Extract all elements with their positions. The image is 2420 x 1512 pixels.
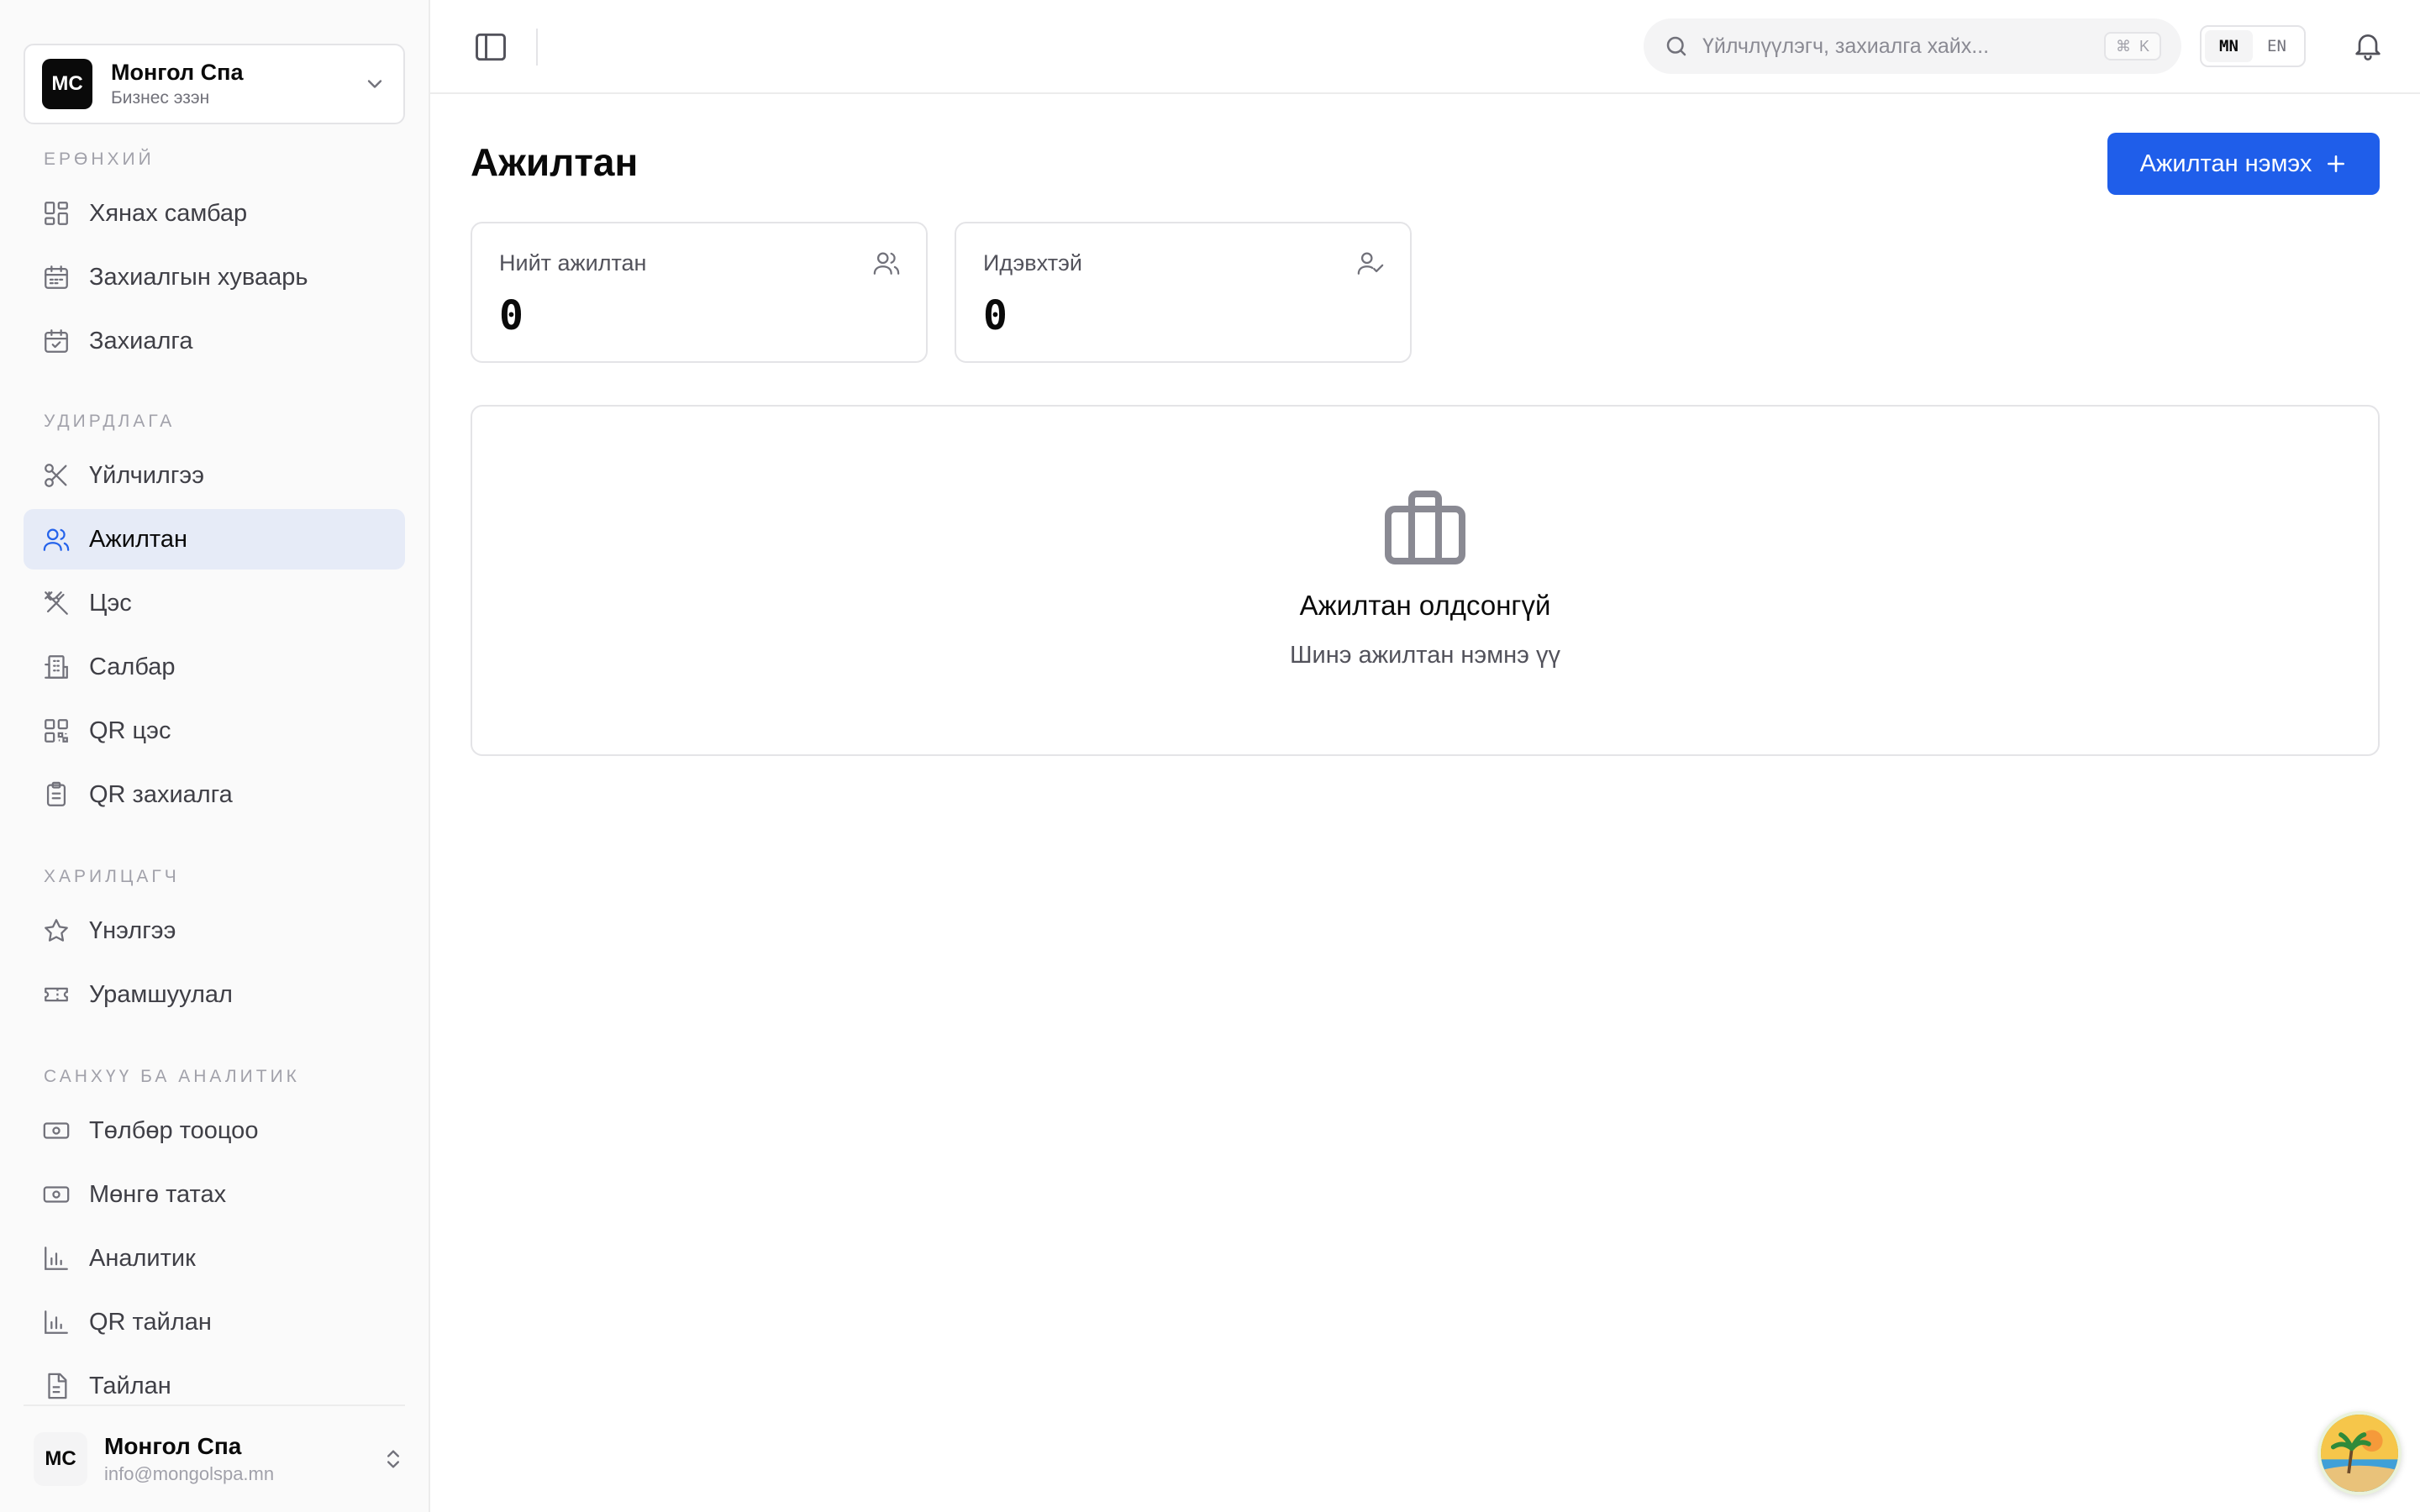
business-role: Бизнес эзэн — [111, 88, 210, 108]
shortcut-key: K — [2139, 37, 2149, 55]
user-avatar: МС — [34, 1432, 87, 1486]
sidebar-toggle-icon[interactable] — [472, 29, 509, 66]
sidebar-item-bookings[interactable]: Захиалга — [24, 311, 405, 371]
divider — [536, 29, 538, 66]
sidebar-item-reviews[interactable]: Үнэлгээ — [24, 900, 405, 961]
page-title: Ажилтан — [471, 140, 639, 184]
add-staff-label: Ажилтан нэмэх — [2139, 150, 2312, 177]
section-label-finance: САНХҮҮ БА АНАЛИТИК — [44, 1067, 300, 1086]
stat-label: Нийт ажилтан — [499, 250, 647, 276]
sidebar-item-qr-report[interactable]: QR тайлан — [24, 1292, 405, 1352]
bell-icon[interactable] — [2351, 29, 2385, 62]
sidebar-item-label: QR захиалга — [89, 780, 233, 808]
sidebar-item-label: QR цэс — [89, 717, 171, 744]
stat-card-total-staff: Нийт ажилтан 0 — [471, 222, 928, 363]
user-account-menu[interactable]: МС Монгол Спа info@mongolspa.mn — [24, 1404, 405, 1512]
dashboard-icon — [42, 199, 71, 228]
user-info: Монгол Спа info@mongolspa.mn — [104, 1431, 381, 1487]
business-switcher[interactable]: МС Монгол Спа Бизнес эзэн — [24, 44, 405, 124]
sidebar-item-label: Урамшуулал — [89, 980, 233, 1008]
stat-card-active-staff: Идэвхтэй 0 — [955, 222, 1412, 363]
empty-state-title: Ажилтан олдсонгүй — [1299, 590, 1551, 621]
sidebar-item-label: Тайлан — [89, 1372, 171, 1399]
sidebar-item-qr-menu[interactable]: QR цэс — [24, 701, 405, 761]
file-text-icon — [42, 1372, 71, 1400]
sidebar-item-staff[interactable]: Ажилтан — [24, 509, 405, 570]
business-info: Монгол Спа Бизнес эзэн — [111, 58, 363, 110]
language-option-en[interactable]: EN — [2253, 30, 2301, 62]
language-option-mn[interactable]: MN — [2205, 30, 2253, 62]
section-label-general: ЕРӨНХИЙ — [44, 150, 155, 169]
user-email: info@mongolspa.mn — [104, 1463, 275, 1484]
sidebar-item-label: Хянах самбар — [89, 199, 248, 227]
sidebar-item-label: Салбар — [89, 653, 176, 680]
sidebar-item-label: QR тайлан — [89, 1308, 212, 1336]
add-staff-button[interactable]: Ажилтан нэмэх — [2107, 133, 2380, 195]
scissors-icon — [42, 461, 71, 490]
sidebar-item-label: Захиалга — [89, 327, 193, 354]
banknote-icon — [42, 1116, 71, 1145]
search-icon — [1664, 34, 1689, 59]
sidebar-item-label: Мөнгө татах — [89, 1180, 227, 1208]
sidebar-item-label: Төлбөр тооцоо — [89, 1116, 259, 1144]
sidebar-item-menu[interactable]: Цэс — [24, 573, 405, 633]
users-icon — [42, 525, 71, 554]
sidebar: МС Монгол Спа Бизнес эзэн ЕРӨНХИЙ Хянах … — [0, 0, 430, 1512]
sidebar-item-label: Үйлчилгээ — [89, 461, 205, 489]
sidebar-item-promotions[interactable]: Урамшуулал — [24, 964, 405, 1025]
sidebar-item-qr-orders[interactable]: QR захиалга — [24, 764, 405, 825]
chevrons-up-down-icon — [381, 1447, 405, 1471]
chevron-down-icon — [363, 72, 387, 96]
banknote-icon — [42, 1180, 71, 1209]
beach-palm-icon — [2321, 1415, 2398, 1492]
sidebar-item-label: Цэс — [89, 589, 132, 617]
sidebar-item-label: Аналитик — [89, 1244, 196, 1272]
empty-state-subtitle: Шинэ ажилтан нэмнэ үү — [1289, 642, 1561, 669]
top-bar: ⌘ K MN EN — [430, 0, 2420, 94]
briefcase-icon — [1385, 491, 1465, 564]
stat-value: 0 — [983, 292, 1007, 339]
shortcut-hint: ⌘ K — [2103, 32, 2161, 60]
star-icon — [42, 916, 71, 945]
sidebar-item-dashboard[interactable]: Хянах самбар — [24, 183, 405, 244]
sidebar-item-withdraw[interactable]: Мөнгө татах — [24, 1164, 405, 1225]
search-input[interactable] — [1702, 34, 2104, 59]
sidebar-item-label: Ажилтан — [89, 525, 187, 553]
shortcut-modifier: ⌘ — [2115, 37, 2131, 55]
ticket-icon — [42, 980, 71, 1009]
qr-code-icon — [42, 717, 71, 745]
business-name: Монгол Спа — [111, 60, 244, 85]
calendar-check-icon — [42, 327, 71, 355]
empty-state: Ажилтан олдсонгүй Шинэ ажилтан нэмнэ үү — [471, 405, 2380, 756]
sidebar-item-payments[interactable]: Төлбөр тооцоо — [24, 1100, 405, 1161]
sidebar-item-analytics[interactable]: Аналитик — [24, 1228, 405, 1289]
building-icon — [42, 653, 71, 681]
users-icon — [872, 249, 901, 277]
calendar-icon — [42, 263, 71, 291]
stat-label: Идэвхтэй — [983, 250, 1083, 276]
sidebar-item-schedule[interactable]: Захиалгын хуваарь — [24, 247, 405, 307]
assistant-widget-button[interactable] — [2317, 1411, 2402, 1495]
business-avatar: МС — [42, 59, 92, 109]
bar-chart-icon — [42, 1308, 71, 1336]
utensils-crossed-icon — [42, 589, 71, 617]
section-label-management: УДИРДЛАГА — [44, 412, 176, 431]
search-bar[interactable]: ⌘ K — [1644, 18, 2181, 74]
clipboard-list-icon — [42, 780, 71, 809]
user-name: Монгол Спа — [104, 1433, 242, 1459]
user-check-icon — [1356, 249, 1385, 277]
sidebar-item-label: Захиалгын хуваарь — [89, 263, 308, 291]
sidebar-item-branch[interactable]: Салбар — [24, 637, 405, 697]
bar-chart-icon — [42, 1244, 71, 1273]
sidebar-item-services[interactable]: Үйлчилгээ — [24, 445, 405, 506]
section-label-customer: ХАРИЛЦАГЧ — [44, 867, 180, 886]
sidebar-item-label: Үнэлгээ — [89, 916, 176, 944]
plus-icon — [2325, 153, 2347, 175]
stat-value: 0 — [499, 292, 523, 339]
language-switcher: MN EN — [2200, 25, 2306, 67]
